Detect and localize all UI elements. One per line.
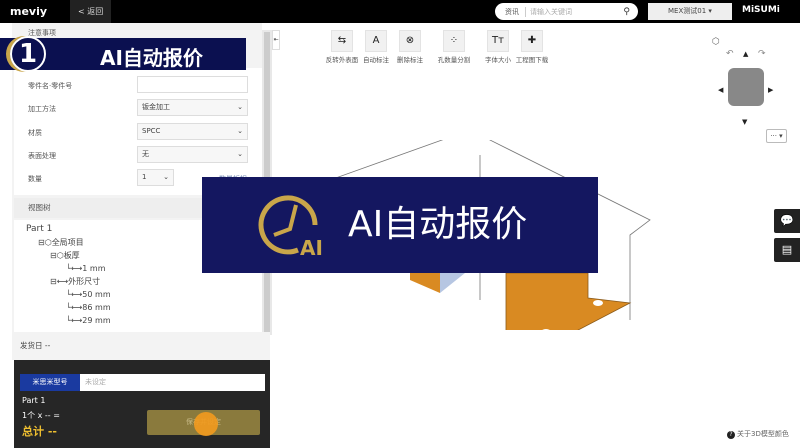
hole-split-icon: ⁘ [443, 30, 465, 52]
tool-font-size[interactable]: Tт 字体大小 [481, 30, 515, 64]
ai-quote-title: AI自动报价 [348, 204, 528, 245]
qty-label: 数量 [28, 175, 42, 183]
ship-date: 发货日 -- [14, 332, 270, 360]
more-options-button[interactable]: ··· ▾ [766, 129, 787, 143]
material-label: 材质 [28, 129, 42, 137]
model-face [410, 273, 440, 293]
tree-global-label: 全局项目 [51, 238, 84, 247]
rotate-left-icon: ↶ [726, 49, 734, 59]
chevron-down-icon: ⌄ [237, 103, 243, 111]
tool-hole-split[interactable]: ⁘ 孔数量分割 [437, 30, 471, 64]
manual-icon[interactable]: ▤ [774, 238, 800, 262]
total-price: 总计 -- [22, 425, 57, 438]
meviy-logo[interactable]: meviy [0, 5, 70, 18]
back-button[interactable]: < 返回 [70, 0, 112, 23]
view-cube[interactable]: ⬡ ↶ ▲ ↷ ◀ ▶ ▼ [712, 34, 778, 130]
surface-label: 表面处理 [28, 152, 56, 160]
svg-text:AI: AI [300, 236, 323, 257]
step-number: 1 [10, 36, 46, 72]
tool-label: 字体大小 [485, 56, 511, 64]
tool-auto-dimension[interactable]: A 自动标注 [359, 30, 393, 64]
ai-clock-logo: AI [258, 195, 323, 257]
model-face [440, 273, 465, 293]
flip-surface-icon: ⇆ [331, 30, 353, 52]
cube-face [728, 68, 764, 106]
font-size-icon: Tт [487, 30, 509, 52]
tree-thickness-label: 板厚 [63, 251, 80, 260]
arrow-left-icon: ◀ [718, 86, 724, 94]
footer-part: Part 1 [22, 396, 46, 405]
method-label: 加工方法 [28, 105, 56, 113]
tree-y[interactable]: └⟷86 mm [66, 302, 111, 313]
about-3d-color-link[interactable]: ? 关于3D模型颜色 [727, 429, 789, 439]
tree-x[interactable]: └⟷50 mm [66, 289, 111, 300]
method-select[interactable]: 钣金加工 ⌄ [137, 99, 248, 116]
tool-label: 孔数量分割 [437, 56, 471, 64]
user-name: MEX测试01 [668, 7, 707, 15]
delete-dimension-icon: ⊗ [399, 30, 421, 52]
help-icon: ? [727, 431, 735, 439]
chevron-down-icon: ⌄ [237, 127, 243, 135]
step-title: AI自动报价 [100, 46, 203, 70]
arrow-up-icon: ▲ [743, 50, 749, 58]
part-name-label: 零件名·零件号 [28, 82, 73, 90]
misumi-logo: MiSUMi [742, 5, 780, 15]
drawing-download-icon: ✚ [521, 30, 543, 52]
chat-icon[interactable]: 💬 [774, 209, 800, 233]
ai-quote-banner: AI AI自动报价 [202, 177, 598, 273]
rotate-right-icon: ↷ [758, 49, 766, 59]
tree-global[interactable]: ⊟⬡全局项目 [38, 237, 84, 248]
x-value: 50 mm [82, 290, 111, 299]
tree-thickness[interactable]: ⊟⬡板厚 [50, 250, 80, 261]
chevron-down-icon: ⌄ [163, 173, 169, 181]
tree-thickness-value[interactable]: └⟷1 mm [66, 263, 106, 274]
y-value: 86 mm [82, 303, 111, 312]
tool-drawing-download[interactable]: ✚ 工程图下载 [515, 30, 549, 64]
tool-label: 反转外表面 [325, 56, 359, 64]
toolbar: ⇆ 反转外表面 A 自动标注 ⊗ 删除标注 ⁘ 孔数量分割 Tт 字体大小 ✚ 工程图下载 [325, 30, 549, 64]
tree-outer[interactable]: ⊟⟷外形尺寸 [50, 276, 100, 287]
tool-delete-dimension[interactable]: ⊗ 删除标注 [393, 30, 427, 64]
home-view-icon: ⬡ [712, 37, 720, 47]
qty-select[interactable]: 1 ⌄ [137, 169, 174, 186]
material-select[interactable]: SPCC ⌄ [137, 123, 248, 140]
tree-part[interactable]: Part 1 [26, 224, 52, 235]
step-banner: 1 AI自动报价 [0, 36, 246, 72]
tool-flip-surface[interactable]: ⇆ 反转外表面 [325, 30, 359, 64]
price-formula: 1个 x -- = [22, 411, 60, 420]
tool-label: 自动标注 [363, 56, 389, 64]
material-value: SPCC [142, 127, 161, 135]
tree-outer-label: 外形尺寸 [68, 277, 101, 286]
tool-label: 工程图下载 [515, 56, 549, 64]
z-value: 29 mm [82, 316, 111, 325]
chevron-down-icon: ⌄ [237, 150, 243, 158]
search-bar: 资讯 请输入关键词 ⚲ [495, 3, 638, 20]
user-dropdown[interactable]: MEX测试01 ▾ [648, 3, 732, 20]
method-value: 钣金加工 [142, 103, 170, 111]
part-name-input[interactable] [137, 76, 248, 93]
search-icon[interactable]: ⚲ [623, 7, 638, 17]
qty-value: 1 [142, 173, 147, 181]
search-category-select[interactable]: 资讯 [495, 6, 526, 17]
about-label: 关于3D模型颜色 [737, 430, 789, 438]
auto-dimension-icon: A [365, 30, 387, 52]
model-number-input[interactable]: 未设定 [80, 374, 265, 391]
price-panel: 米思米型号 未设定 Part 1 1个 x -- = 总计 -- 保存并设定 [14, 360, 270, 448]
model-hole [593, 300, 603, 306]
model-face [505, 272, 632, 330]
surface-value: 无 [142, 150, 149, 158]
model-number-label: 米思米型号 [20, 374, 80, 391]
tap-indicator [194, 412, 218, 436]
search-input[interactable]: 请输入关键词 [526, 7, 623, 17]
thickness-value: 1 mm [82, 264, 106, 273]
arrow-down-icon: ▼ [742, 118, 748, 126]
collapse-panel-button[interactable]: ⇤ [272, 30, 280, 50]
arrow-right-icon: ▶ [768, 86, 774, 94]
tool-label: 删除标注 [397, 56, 423, 64]
surface-select[interactable]: 无 ⌄ [137, 146, 248, 163]
tree-z[interactable]: └⟷29 mm [66, 315, 111, 326]
